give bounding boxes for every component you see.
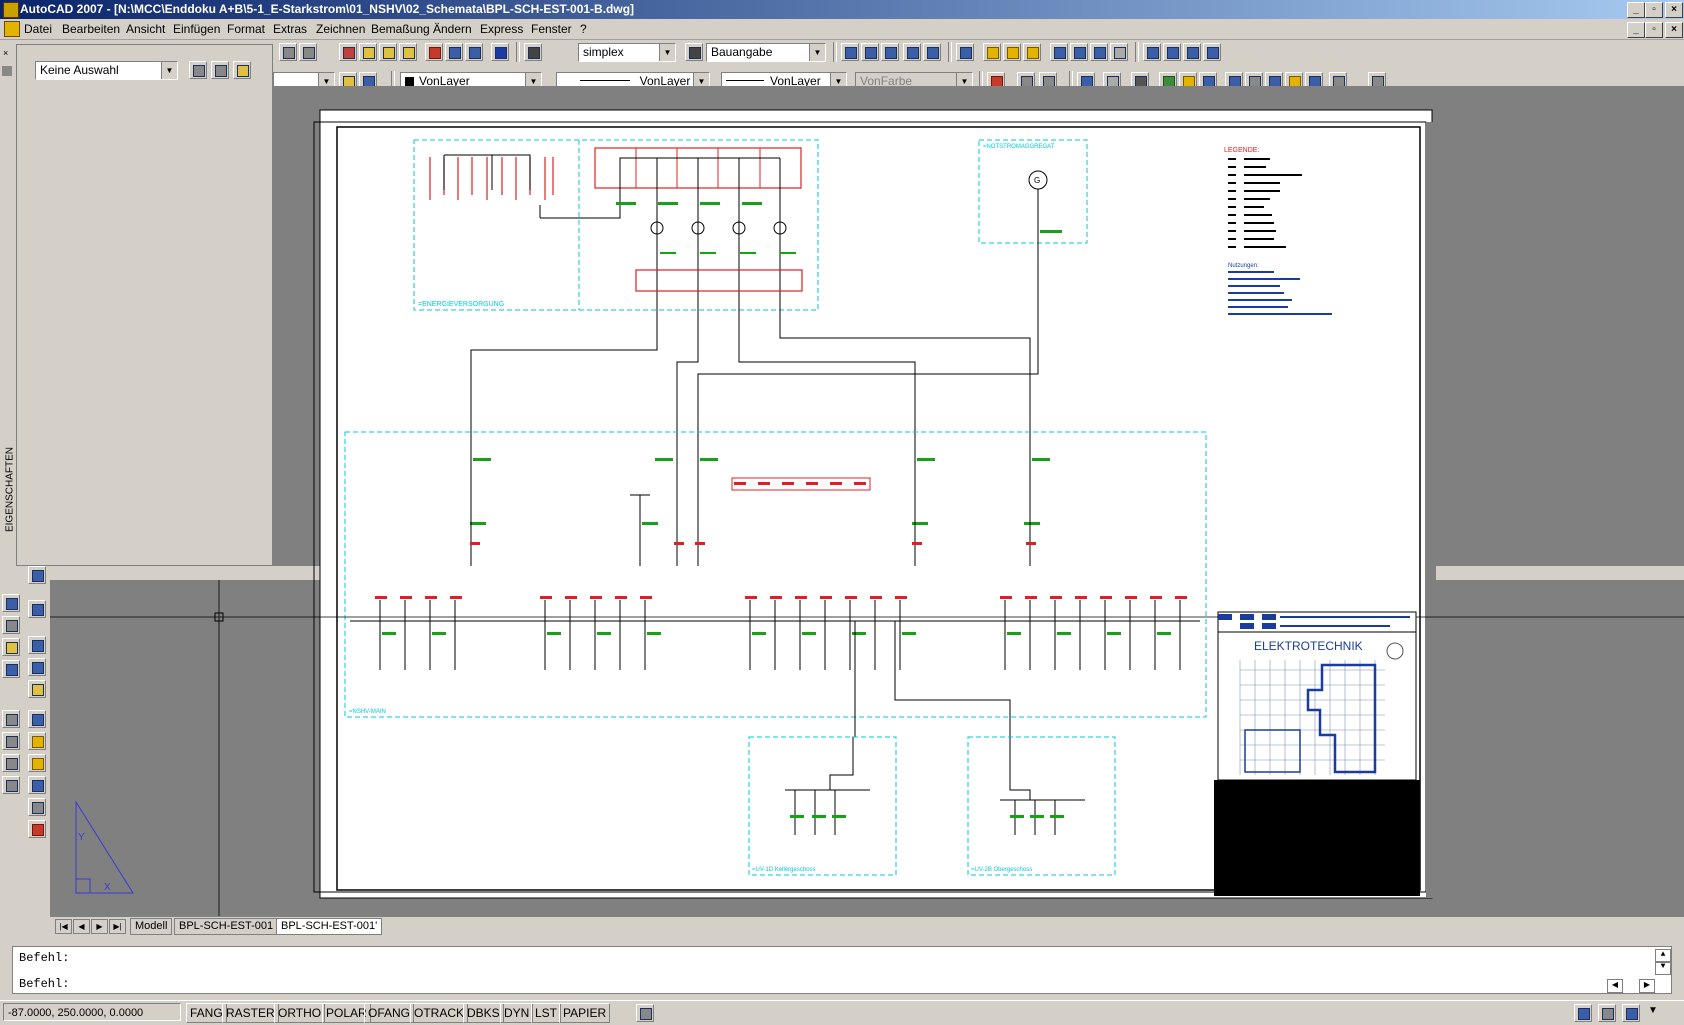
drawing-canvas: =ENERGIEVERSORGUNG =NOTSTROMAGGREGAT G L… [50, 109, 1684, 916]
scroll-left-icon[interactable]: ◀ [1607, 979, 1623, 993]
toggle-ortho[interactable]: ORTHO [274, 1003, 326, 1023]
notes-title: Nutzungen: [1228, 263, 1259, 269]
ucs-x-label: X [104, 882, 111, 893]
legend-title: LEGENDE: [1224, 147, 1259, 154]
ucs-origin-box [75, 878, 91, 894]
toggle-papier[interactable]: PAPIER [559, 1003, 611, 1023]
layout-tabs-bar: |◀ ◀ ▶ ▶| Modell BPL-SCH-EST-001 BPL-SCH… [50, 916, 1684, 935]
communication-center-icon[interactable] [1574, 1004, 1592, 1022]
tab-modell[interactable]: Modell [130, 918, 173, 935]
tab-layout-1[interactable]: BPL-SCH-EST-001 [174, 918, 279, 935]
title-block-blackout [1214, 780, 1420, 896]
prev-tab-icon[interactable]: ◀ [73, 919, 90, 934]
generator-g: G [1034, 176, 1040, 185]
tab-layout-2[interactable]: BPL-SCH-EST-001' [276, 918, 383, 935]
command-history-line: Befehl: [19, 951, 70, 965]
maximize-viewport-icon[interactable] [636, 1004, 654, 1022]
title-block-heading: ELEKTROTECHNIK [1254, 639, 1363, 653]
toggle-lst[interactable]: LST [531, 1003, 562, 1023]
first-tab-icon[interactable]: |◀ [55, 919, 72, 934]
toggle-dbks[interactable]: DBKS [463, 1003, 504, 1023]
coordinate-display[interactable]: -87.0000, 250.0000, 0.0000 [3, 1003, 181, 1021]
title-block [1217, 611, 1417, 781]
toggle-dyn[interactable]: DYN [500, 1003, 534, 1023]
ucs-y-label: Y [78, 832, 85, 843]
last-tab-icon[interactable]: ▶| [109, 919, 126, 934]
label-uv2: =UV-2B Obergeschoss [971, 867, 1032, 873]
lock-toolbar-icon[interactable] [1598, 1004, 1616, 1022]
toggle-fang[interactable]: FANG [186, 1003, 227, 1023]
toggle-raster[interactable]: RASTER [222, 1003, 279, 1023]
next-tab-icon[interactable]: ▶ [91, 919, 108, 934]
command-prompt[interactable]: Befehl: [19, 977, 69, 991]
label-energieversorgung: =ENERGIEVERSORGUNG [418, 301, 504, 308]
label-notstrom: =NOTSTROMAGGREGAT [983, 144, 1055, 150]
scroll-down-icon[interactable]: ▼ [1655, 961, 1671, 975]
label-uv1: =UV-1D Kellergeschoss [752, 867, 816, 873]
toggle-ofang[interactable]: OFANG [364, 1003, 415, 1023]
status-bar: -87.0000, 250.0000, 0.0000 FANG RASTER O… [0, 1000, 1684, 1025]
command-window[interactable]: Befehl: Befehl: ▲ ▼ ◀ ▶ [12, 946, 1672, 994]
toggle-otrack[interactable]: OTRACK [410, 1003, 469, 1023]
label-nshv: =NSHV-MAIN [349, 709, 386, 715]
scroll-right-icon[interactable]: ▶ [1639, 979, 1655, 993]
green-label-gen [1040, 230, 1062, 233]
paper-shadow-right [1426, 122, 1436, 898]
status-menu-icon[interactable]: ▼ [1648, 1005, 1658, 1016]
clean-screen-icon[interactable] [1622, 1004, 1640, 1022]
